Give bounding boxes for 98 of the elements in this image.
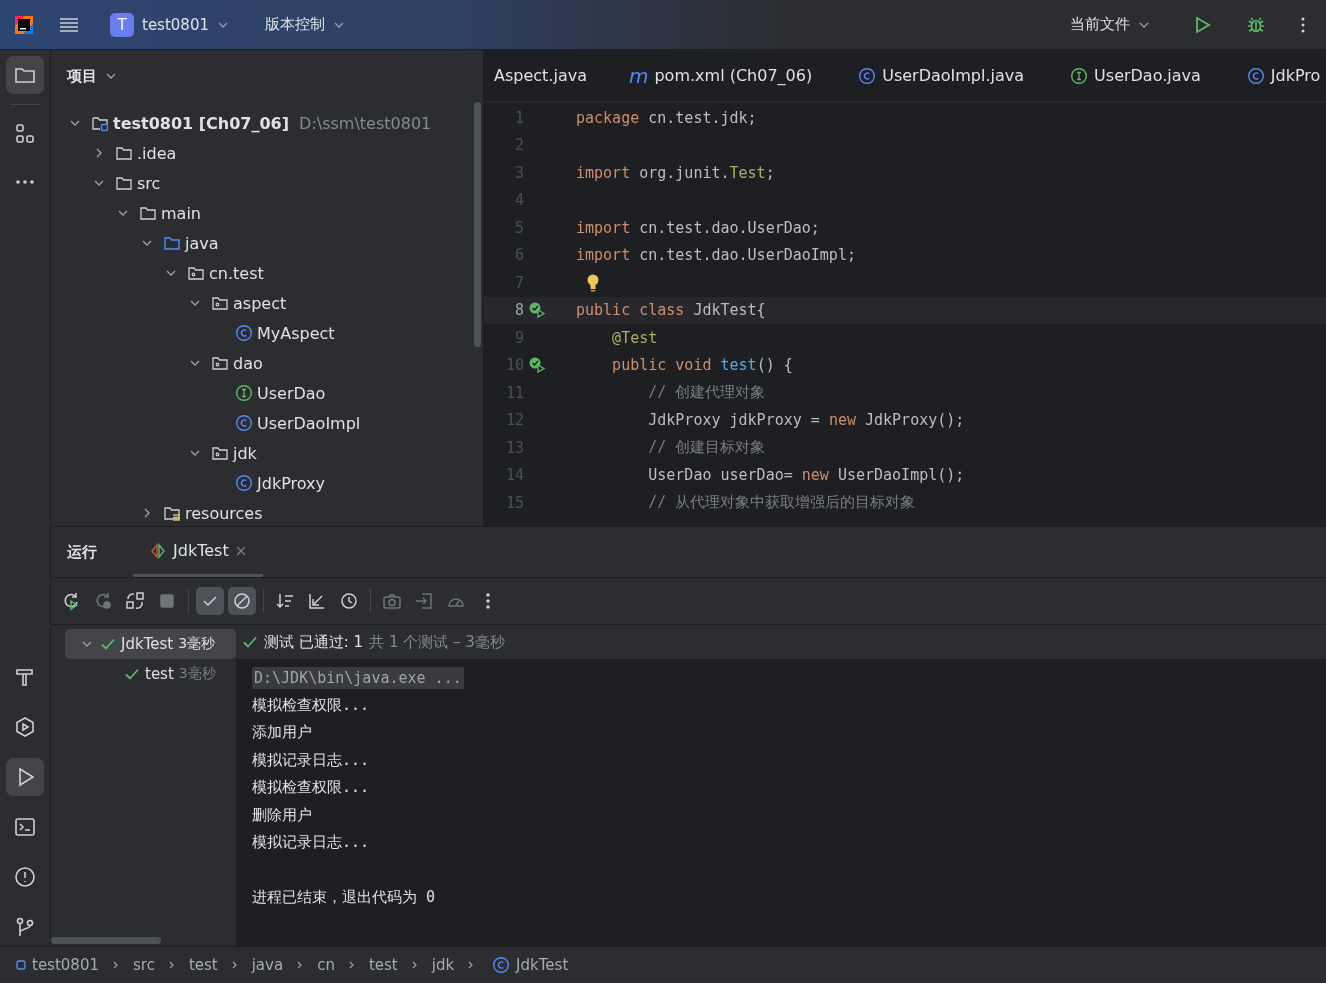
package-folder-icon (211, 294, 229, 312)
folder-icon (139, 204, 157, 222)
package-folder-icon (187, 264, 205, 282)
scrollbar[interactable] (474, 102, 481, 347)
tree-item-label[interactable]: main (161, 203, 201, 223)
tree-item-label[interactable]: resources (185, 503, 263, 523)
run-test-icon[interactable] (528, 301, 546, 320)
run-configuration-selector[interactable]: 当前文件 (1064, 11, 1156, 38)
check-icon (100, 636, 116, 652)
class-icon (492, 956, 511, 974)
line-number: 8 (513, 301, 524, 320)
code-line: JdkProxy jdkProxy = new JdkProxy(); (647, 411, 965, 430)
vcs-menu[interactable]: 版本控制 (259, 11, 351, 38)
close-icon[interactable] (234, 544, 247, 557)
run-panel-title: 运行 (67, 542, 97, 562)
module-folder-icon (91, 114, 109, 132)
package-folder-icon (211, 444, 229, 462)
code-line: // 创建目标对象 (647, 438, 766, 458)
tree-item-label[interactable]: aspect (233, 293, 287, 313)
breadcrumb[interactable]: jdk (431, 956, 455, 974)
console-output: 模拟检查权限... (252, 695, 370, 715)
interface-icon (1070, 66, 1089, 85)
breadcrumb[interactable]: test (368, 956, 398, 974)
tree-item-label[interactable]: UserDao (257, 383, 326, 403)
code-line: UserDao userDao= new UserDaoImpl(); (647, 466, 965, 485)
run-tool-icon[interactable] (6, 758, 44, 796)
class-icon (858, 66, 877, 85)
code-line: import org.junit.Test; (576, 163, 775, 182)
console-output: 模拟记录日志... (252, 833, 370, 853)
test-tree-row[interactable]: JdkTest 3毫秒 (65, 629, 236, 659)
console-output: 模拟记录日志... (252, 750, 370, 770)
code-line: @Test (611, 328, 658, 347)
maven-icon: m (628, 63, 649, 88)
folder-icon (115, 144, 133, 162)
editor-tab[interactable]: m pom.xml (Ch07_06) (620, 59, 821, 92)
console-output: 模拟检查权限... (252, 778, 370, 798)
check-icon (124, 666, 140, 682)
test-duration: 3毫秒 (178, 635, 216, 653)
console-command: D:\JDK\bin\java.exe ... (252, 666, 464, 689)
code-line: // 从代理对象中获取增强后的目标对象 (647, 493, 916, 513)
breadcrumb[interactable]: JdkTest (516, 956, 569, 974)
class-icon (235, 324, 253, 342)
folder-icon (163, 234, 181, 252)
debug-bug-icon[interactable] (1246, 14, 1266, 35)
test-name: test (145, 665, 174, 683)
test-summary: 测试 已通过: 1 (264, 632, 364, 652)
tree-item-label[interactable]: MyAspect (257, 323, 335, 343)
code-line: // 创建代理对象 (647, 383, 766, 403)
module-icon (16, 960, 26, 970)
code-line: public class JdkTest{ (576, 301, 766, 320)
tree-item-label[interactable]: dao (233, 353, 263, 373)
project-selector[interactable]: T test0801 (104, 8, 235, 41)
breadcrumb[interactable]: cn (317, 956, 335, 974)
breadcrumb[interactable]: test0801 (32, 956, 99, 974)
tree-item-label[interactable]: .idea (137, 143, 177, 163)
code-line: import cn.test.dao.UserDaoImpl; (576, 246, 856, 265)
breadcrumb[interactable]: java (251, 956, 284, 974)
test-run-icon (149, 541, 167, 560)
editor-tab[interactable]: UserDaoImpl.java (846, 62, 1033, 89)
editor-tab[interactable]: Aspect.java (486, 62, 595, 89)
ignored-icon[interactable] (228, 587, 256, 615)
breadcrumb[interactable]: src (133, 956, 155, 974)
class-icon (235, 414, 253, 432)
project-path: D:\ssm\test0801 (299, 113, 432, 133)
folder-icon (115, 174, 133, 192)
test-tree-row[interactable]: test 3毫秒 (65, 659, 236, 689)
package-folder-icon (211, 354, 229, 372)
scrollbar[interactable] (51, 937, 161, 944)
class-icon (235, 474, 253, 492)
editor-tab[interactable]: JdkPro (1234, 62, 1326, 89)
breadcrumb[interactable]: test (188, 956, 218, 974)
console-output: 添加用户 (252, 723, 312, 743)
code-line: package cn.test.jdk; (576, 108, 757, 127)
editor-tab[interactable]: UserDao.java (1058, 62, 1209, 89)
run-test-icon[interactable] (528, 356, 546, 375)
project-panel-title[interactable]: 项目 (67, 66, 97, 86)
tree-item-label[interactable]: cn.test (209, 263, 264, 283)
tree-item-label[interactable]: jdk (233, 443, 257, 463)
test-duration: 3毫秒 (178, 665, 216, 683)
lightbulb-icon[interactable] (586, 272, 600, 293)
tree-item-label[interactable]: src (137, 173, 161, 193)
class-icon (1246, 66, 1265, 85)
check-icon (242, 634, 258, 650)
resources-folder-icon (163, 504, 181, 522)
code-line: import cn.test.dao.UserDao; (576, 218, 820, 237)
interface-icon (235, 384, 253, 402)
run-tab[interactable]: JdkTest (133, 527, 263, 577)
test-total: 共 1 个测试 – 3毫秒 (369, 632, 505, 652)
tree-item-label[interactable]: test0801 [Ch07_06] (113, 113, 290, 133)
test-name: JdkTest (121, 635, 174, 653)
tree-item-label[interactable]: JdkProxy (257, 473, 325, 493)
tree-item-label[interactable]: UserDaoImpl (257, 413, 361, 433)
tree-item-label[interactable]: java (185, 233, 219, 253)
folder-tool-icon[interactable] (6, 56, 44, 94)
code-line: public void test() { (611, 356, 793, 375)
passed-icon[interactable] (196, 587, 224, 615)
console-output: 进程已结束，退出代码为 0 (252, 888, 436, 908)
console-output: 删除用户 (252, 805, 312, 825)
